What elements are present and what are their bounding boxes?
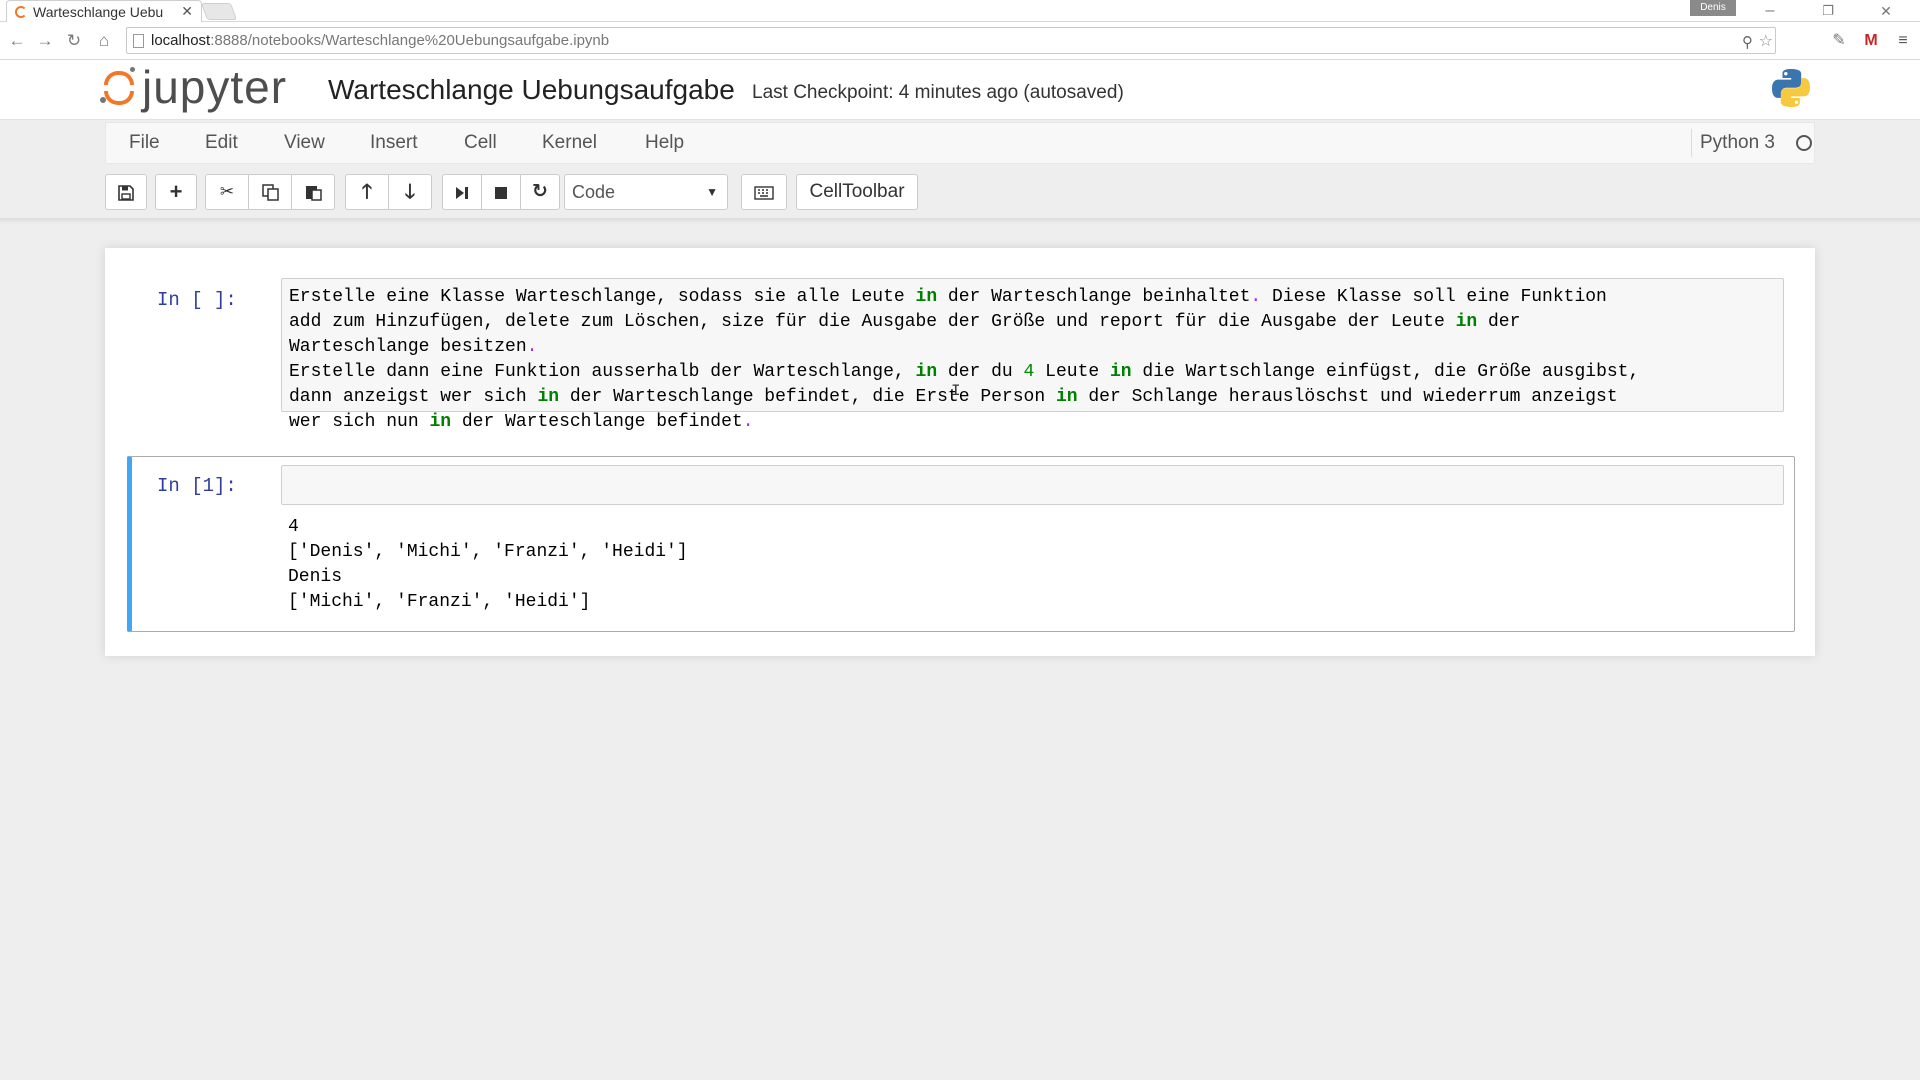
cut-button[interactable]: ✂ [205, 174, 249, 210]
cell-type-value: Code [572, 182, 616, 202]
header-shadow [0, 218, 1920, 224]
menu-file[interactable]: File [129, 132, 160, 154]
code-cell[interactable]: In [ ]: Erstelle eine Klasse Warteschlan… [127, 278, 1795, 432]
cell-code[interactable] [282, 466, 1783, 478]
command-palette-button[interactable] [741, 174, 787, 210]
chevron-down-icon: ▼ [706, 185, 718, 199]
text-cursor-icon: I [951, 382, 961, 400]
menu-edit[interactable]: Edit [205, 132, 238, 154]
move-up-button[interactable]: 🡑 [345, 174, 389, 210]
browser-user-badge[interactable]: Denis [1690, 0, 1736, 16]
reload-icon[interactable]: ↻ [63, 30, 85, 52]
tab-title: Warteschlange Uebu [33, 3, 164, 20]
jupyter-logo-icon [100, 67, 135, 107]
copy-button[interactable] [248, 174, 292, 210]
output-line: Denis [288, 567, 343, 587]
output-line: 4 [288, 517, 299, 537]
jupyter-favicon-icon [15, 5, 27, 18]
restart-kernel-button[interactable]: ↻ [520, 174, 560, 210]
browser-tab[interactable]: Warteschlange Uebu ✕ [6, 0, 202, 22]
run-cell-button[interactable] [442, 174, 482, 210]
new-tab-button[interactable] [200, 3, 238, 20]
cell-input-area[interactable]: Erstelle eine Klasse Warteschlange, soda… [281, 278, 1784, 432]
browser-titlebar: Warteschlange Uebu ✕ Denis – ❐ ✕ [0, 0, 1920, 22]
forward-arrow-icon[interactable]: → [34, 30, 56, 52]
celltoolbar-button[interactable]: CellToolbar [796, 174, 918, 210]
url-input[interactable]: localhost:8888/notebooks/Warteschlange%2… [126, 27, 1776, 54]
kernel-idle-indicator-icon [1796, 135, 1812, 151]
menu-insert[interactable]: Insert [370, 132, 418, 154]
input-prompt: In [ ]: [157, 289, 237, 311]
cell-code[interactable]: Erstelle eine Klasse Warteschlange, soda… [282, 279, 1783, 441]
gmail-extension-icon[interactable]: M [1860, 30, 1882, 52]
insert-cell-button[interactable]: + [155, 174, 197, 210]
notebook-container: In [ ]: Erstelle eine Klasse Warteschlan… [105, 248, 1815, 656]
menubar: File Edit View Insert Cell Kernel Help P… [105, 122, 1815, 164]
code-line: wer sich nun in der Warteschlange befind… [289, 412, 754, 432]
cell-type-select[interactable]: Code ▼ [564, 174, 728, 210]
paste-icon [305, 186, 322, 201]
menu-view[interactable]: View [284, 132, 325, 154]
code-line: Erstelle dann eine Funktion ausserhalb d… [289, 362, 1640, 382]
code-line: Erstelle eine Klasse Warteschlange, soda… [289, 287, 1607, 307]
menu-help[interactable]: Help [645, 132, 684, 154]
url-host: localhost [151, 32, 211, 49]
url-path: :8888/notebooks/Warteschlange%20Uebungsa… [210, 32, 610, 49]
keyboard-icon [754, 185, 774, 200]
arrow-up-icon: 🡑 [361, 181, 373, 203]
back-arrow-icon[interactable]: ← [6, 30, 28, 52]
jupyter-logo[interactable]: jupyter [100, 61, 288, 113]
save-button[interactable] [105, 174, 147, 210]
output-line: ['Michi', 'Franzi', 'Heidi'] [288, 592, 591, 612]
stop-icon [495, 186, 507, 199]
minimize-button[interactable]: – [1750, 0, 1790, 22]
kernel-name: Python 3 [1700, 132, 1775, 153]
input-prompt: In [1]: [157, 475, 237, 497]
interrupt-kernel-button[interactable] [481, 174, 521, 210]
arrow-down-icon: 🡓 [404, 181, 416, 203]
jupyter-logo-text: jupyter [142, 61, 288, 113]
code-line: add zum Hinzufügen, delete zum Löschen, … [289, 312, 1521, 332]
notebook-title[interactable]: Warteschlange Uebungsaufgabe [328, 74, 735, 106]
copy-icon [261, 184, 279, 201]
cell-input-area[interactable] [281, 465, 1784, 505]
home-icon[interactable]: ⌂ [93, 30, 115, 52]
output-line: ['Denis', 'Michi', 'Franzi', 'Heidi'] [288, 542, 688, 562]
jupyter-header: jupyter Warteschlange Uebungsaufgabe Las… [0, 60, 1920, 120]
python-logo-icon [1772, 69, 1810, 107]
extension-tool-icon[interactable]: ✎ [1828, 30, 1850, 52]
code-cell-selected[interactable]: In [1]: 4 ['Denis', 'Michi', 'Franzi', '… [127, 456, 1795, 632]
tab-close-icon[interactable]: ✕ [181, 3, 193, 20]
step-forward-icon [456, 186, 468, 199]
menu-cell[interactable]: Cell [464, 132, 497, 154]
menu-kernel[interactable]: Kernel [542, 132, 597, 154]
checkpoint-status: Last Checkpoint: 4 minutes ago (autosave… [752, 82, 1124, 103]
move-down-button[interactable]: 🡓 [388, 174, 432, 210]
restore-button[interactable]: ❐ [1808, 0, 1848, 22]
code-line: Warteschlange besitzen. [289, 337, 538, 357]
browser-addressbar: ← → ↻ ⌂ localhost:8888/notebooks/Wartesc… [0, 22, 1920, 60]
plus-icon: + [169, 179, 183, 204]
page-icon [133, 34, 144, 48]
restart-icon: ↻ [532, 181, 548, 202]
close-window-button[interactable]: ✕ [1866, 0, 1906, 22]
browser-menu-icon[interactable]: ≡ [1892, 30, 1914, 52]
cut-icon: ✂ [219, 182, 235, 201]
bookmark-star-icon[interactable]: ☆ [1759, 29, 1773, 54]
cell-output: 4 ['Denis', 'Michi', 'Franzi', 'Heidi'] … [281, 515, 688, 615]
save-icon [118, 184, 134, 201]
paste-button[interactable] [291, 174, 335, 210]
zoom-icon[interactable]: ⚲ [1742, 30, 1753, 55]
kernel-separator [1691, 129, 1692, 157]
